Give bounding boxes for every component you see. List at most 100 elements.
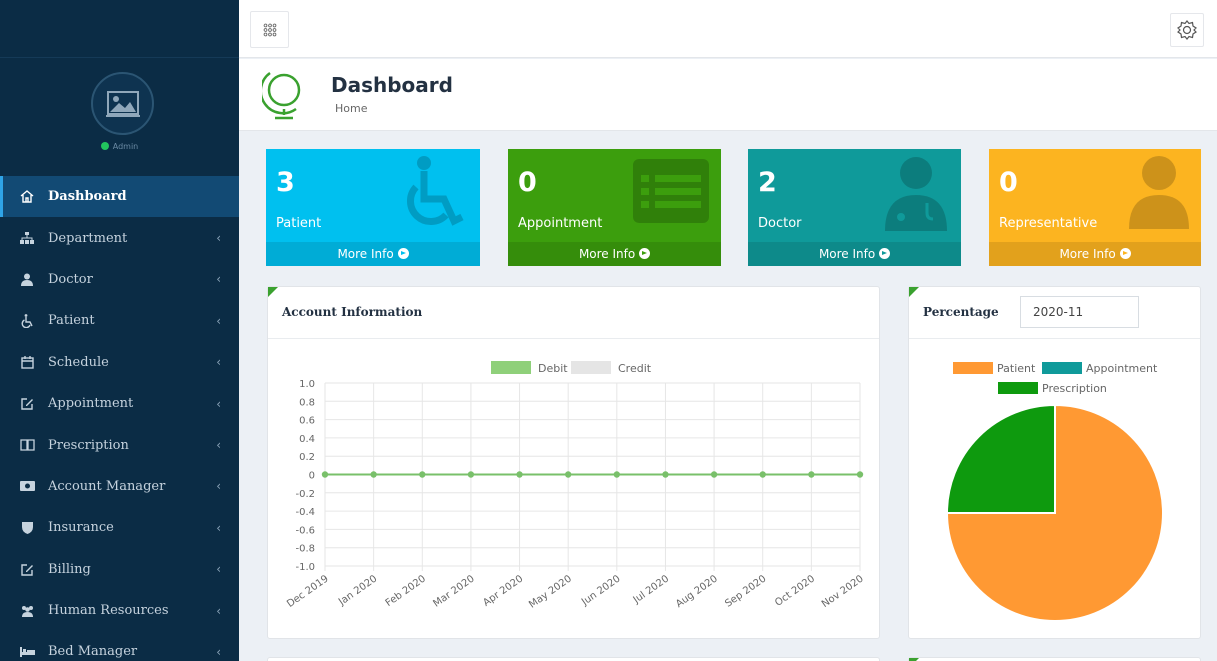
chevron-left-icon: ‹ bbox=[216, 479, 221, 494]
panel-title: Percentage bbox=[923, 305, 999, 319]
data-point[interactable] bbox=[321, 471, 329, 478]
chevron-left-icon: ‹ bbox=[216, 396, 221, 411]
sidebar-item-department[interactable]: Department ‹ bbox=[0, 217, 239, 258]
sidebar-item-patient[interactable]: Patient ‹ bbox=[0, 300, 239, 341]
content-header: Dashboard Home bbox=[239, 59, 1217, 131]
x-tick-label: Apr 2020 bbox=[481, 573, 525, 608]
data-point[interactable] bbox=[419, 471, 426, 478]
x-tick-label: Dec 2019 bbox=[285, 573, 331, 610]
data-point[interactable] bbox=[856, 471, 864, 478]
chevron-left-icon: ‹ bbox=[216, 562, 221, 577]
x-tick-label: Jul 2020 bbox=[631, 573, 671, 606]
y-tick-label: 0.8 bbox=[299, 397, 315, 408]
book-icon bbox=[18, 438, 36, 452]
data-point[interactable] bbox=[516, 471, 523, 478]
legend-swatch bbox=[1042, 362, 1082, 374]
pencil-square-icon bbox=[18, 562, 36, 576]
sidebar-menu: Dashboard Department ‹ Doctor ‹ Patient … bbox=[0, 176, 239, 661]
sidebar-item-label: Bed Manager bbox=[48, 644, 138, 660]
data-point[interactable] bbox=[710, 471, 718, 478]
data-point[interactable] bbox=[759, 471, 766, 478]
chevron-left-icon: ‹ bbox=[216, 438, 221, 453]
sidebar-item-prescription[interactable]: Prescription ‹ bbox=[0, 424, 239, 465]
data-point[interactable] bbox=[808, 471, 815, 478]
sidebar-item-human-resources[interactable]: Human Resources ‹ bbox=[0, 590, 239, 631]
home-icon bbox=[18, 190, 36, 204]
gear-icon bbox=[1177, 20, 1197, 40]
more-info-label: More Info bbox=[1059, 247, 1116, 261]
stat-value: 0 bbox=[999, 167, 1018, 198]
sidebar-item-label: Insurance bbox=[48, 520, 114, 536]
sidebar-item-label: Patient bbox=[48, 313, 95, 329]
month-input[interactable]: 2020-11 bbox=[1020, 296, 1139, 328]
x-tick-label: Jun 2020 bbox=[579, 573, 622, 608]
user-panel: Admin bbox=[0, 58, 239, 176]
sidebar-item-appointment[interactable]: Appointment ‹ bbox=[0, 383, 239, 424]
appointment-stat-box: 0 Appointment More Info bbox=[508, 149, 721, 266]
panel-header: Account Information bbox=[268, 287, 879, 339]
x-tick-label: Aug 2020 bbox=[674, 573, 720, 610]
top-navbar bbox=[239, 0, 1217, 58]
sidebar-item-label: Account Manager bbox=[48, 478, 166, 494]
chevron-left-icon: ‹ bbox=[216, 272, 221, 287]
sidebar-item-insurance[interactable]: Insurance ‹ bbox=[0, 507, 239, 548]
stat-label: Doctor bbox=[758, 216, 802, 231]
y-tick-label: 0.2 bbox=[299, 452, 315, 463]
sidebar-item-schedule[interactable]: Schedule ‹ bbox=[0, 342, 239, 383]
legend-label: Appointment bbox=[1086, 362, 1158, 375]
data-point[interactable] bbox=[662, 471, 669, 478]
x-tick-label: Feb 2020 bbox=[384, 573, 428, 609]
more-info-link[interactable]: More Info bbox=[508, 242, 721, 266]
data-point[interactable] bbox=[564, 471, 572, 478]
more-info-link[interactable]: More Info bbox=[748, 242, 961, 266]
user-role: Admin bbox=[112, 142, 139, 151]
chevron-left-icon: ‹ bbox=[216, 520, 221, 535]
user-icon bbox=[1129, 155, 1189, 233]
sidebar-item-label: Department bbox=[48, 230, 128, 246]
sidebar-item-bed-manager[interactable]: Bed Manager ‹ bbox=[0, 631, 239, 661]
y-tick-label: -0.4 bbox=[295, 507, 315, 518]
y-tick-label: -0.8 bbox=[295, 544, 315, 555]
stat-value: 2 bbox=[758, 167, 777, 198]
pie-slice-prescription[interactable] bbox=[945, 403, 1056, 514]
image-placeholder-icon bbox=[105, 90, 140, 117]
list-alt-icon bbox=[633, 155, 709, 227]
data-point[interactable] bbox=[467, 471, 475, 478]
account-information-panel: Account Information Debit Credit 1.0 0.8 0.6… bbox=[267, 286, 880, 639]
more-info-label: More Info bbox=[578, 247, 636, 261]
data-point[interactable] bbox=[370, 471, 377, 478]
wheelchair-icon bbox=[18, 313, 36, 328]
panel-title: Account Information bbox=[282, 305, 423, 319]
data-point[interactable] bbox=[613, 471, 621, 478]
y-tick-label: -1.0 bbox=[295, 562, 315, 573]
percentage-panel: Percentage 2020-11 Patient Appointment Pre… bbox=[908, 286, 1201, 639]
bottom-panel-left bbox=[267, 657, 880, 661]
sidebar-item-account-manager[interactable]: Account Manager ‹ bbox=[0, 466, 239, 507]
sidebar-logo-area bbox=[0, 0, 239, 58]
apps-menu-button[interactable] bbox=[250, 11, 289, 48]
sidebar-item-label: Dashboard bbox=[48, 189, 127, 205]
globe-icon bbox=[259, 65, 306, 127]
edit-icon bbox=[18, 397, 36, 411]
chevron-left-icon: ‹ bbox=[216, 644, 221, 659]
avatar[interactable] bbox=[91, 72, 154, 135]
stat-label: Patient bbox=[276, 216, 322, 231]
user-md-icon bbox=[883, 155, 949, 235]
more-info-link[interactable]: More Info bbox=[989, 242, 1201, 266]
y-tick-label: -0.2 bbox=[295, 489, 315, 500]
sidebar-item-dashboard[interactable]: Dashboard bbox=[0, 176, 239, 218]
y-tick-label: 1.0 bbox=[299, 379, 315, 390]
more-info-link[interactable]: More Info bbox=[266, 242, 480, 266]
breadcrumb[interactable]: Home bbox=[335, 102, 367, 115]
x-tick-label: Jan 2020 bbox=[336, 573, 379, 608]
sidebar-item-billing[interactable]: Billing ‹ bbox=[0, 549, 239, 590]
sidebar-item-label: Billing bbox=[48, 561, 91, 577]
shield-icon bbox=[18, 521, 36, 535]
more-info-label: More Info bbox=[818, 247, 876, 261]
wheelchair-icon bbox=[398, 155, 468, 239]
sidebar-item-doctor[interactable]: Doctor ‹ bbox=[0, 259, 239, 300]
arrow-circle-right-icon bbox=[879, 248, 891, 259]
sidebar-item-label: Appointment bbox=[48, 396, 134, 412]
settings-button[interactable] bbox=[1170, 13, 1204, 47]
sidebar: Admin Dashboard Department ‹ Doctor ‹ Pa… bbox=[0, 0, 239, 661]
